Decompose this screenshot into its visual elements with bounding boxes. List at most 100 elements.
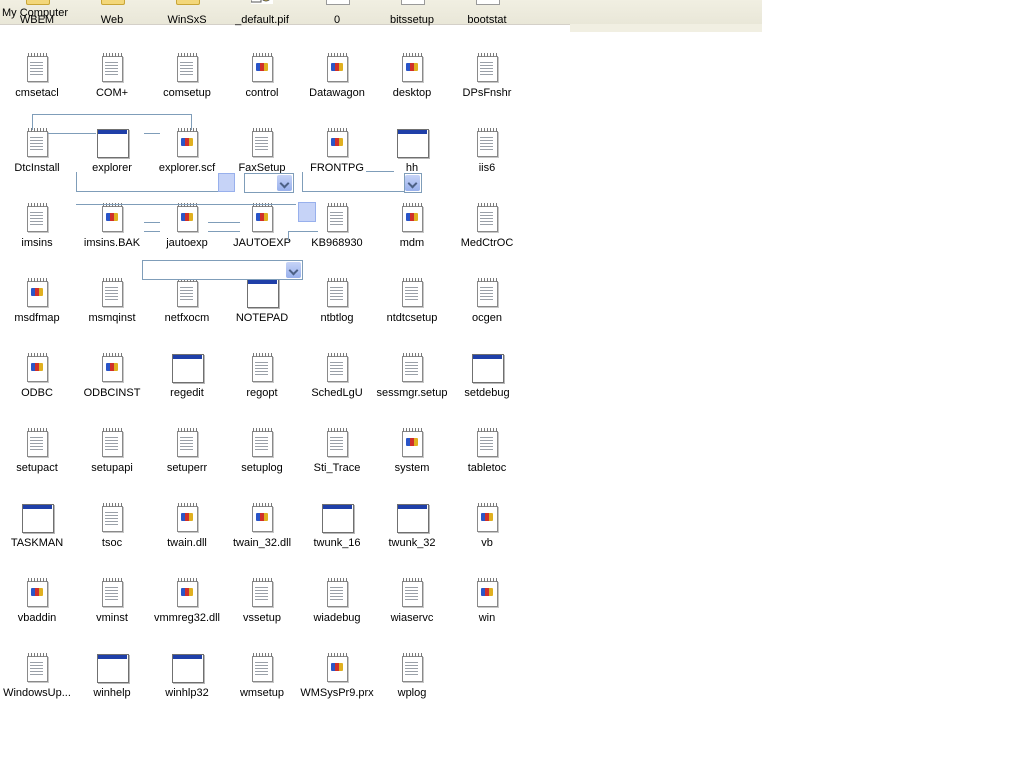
file-item[interactable]: setuperr bbox=[150, 428, 224, 482]
file-label: cmsetacl bbox=[15, 87, 59, 99]
file-icon bbox=[476, 0, 500, 5]
file-item[interactable]: winhelp bbox=[75, 653, 149, 707]
file-item[interactable]: imsins.BAK bbox=[75, 203, 149, 257]
file-label: DPsFnshr bbox=[462, 87, 512, 99]
file-item[interactable]: COM+ bbox=[75, 53, 149, 107]
file-item[interactable]: ntdtcsetup bbox=[375, 278, 449, 332]
file-item[interactable]: JAUTOEXP bbox=[225, 203, 299, 257]
file-item[interactable]: setupapi bbox=[75, 428, 149, 482]
text-document-icon bbox=[97, 428, 127, 458]
file-label: twain_32.dll bbox=[232, 537, 292, 549]
file-item[interactable]: msmqinst bbox=[75, 278, 149, 332]
file-label: ocgen bbox=[472, 312, 502, 324]
text-document-icon bbox=[322, 578, 352, 608]
file-item[interactable]: FRONTPG bbox=[300, 128, 374, 182]
file-item[interactable]: win bbox=[450, 578, 524, 632]
file-item[interactable]: vbaddin bbox=[0, 578, 74, 632]
file-item[interactable]: SchedLgU bbox=[300, 353, 374, 407]
text-document-icon bbox=[472, 128, 502, 158]
file-item[interactable]: comsetup bbox=[150, 53, 224, 107]
file-item[interactable]: ntbtlog bbox=[300, 278, 374, 332]
file-item[interactable]: Datawagon bbox=[300, 53, 374, 107]
overlay-border bbox=[48, 133, 96, 134]
file-icon bbox=[401, 0, 425, 5]
top-file-label: 0 bbox=[333, 14, 341, 26]
file-label: twunk_16 bbox=[313, 537, 361, 549]
chevron-down-icon bbox=[277, 175, 292, 191]
file-item[interactable]: setuplog bbox=[225, 428, 299, 482]
file-item[interactable]: cmsetacl bbox=[0, 53, 74, 107]
file-item[interactable]: tsoc bbox=[75, 503, 149, 557]
file-item[interactable]: system bbox=[375, 428, 449, 482]
file-item[interactable]: iis6 bbox=[450, 128, 524, 182]
file-item[interactable]: wplog bbox=[375, 653, 449, 707]
text-document-icon bbox=[322, 203, 352, 233]
file-item[interactable]: netfxocm bbox=[150, 278, 224, 332]
file-item[interactable]: wiaservc bbox=[375, 578, 449, 632]
file-item[interactable]: control bbox=[225, 53, 299, 107]
file-item[interactable]: WindowsUp... bbox=[0, 653, 74, 707]
file-item[interactable]: DPsFnshr bbox=[450, 53, 524, 107]
text-document-icon bbox=[247, 578, 277, 608]
file-item[interactable]: twunk_16 bbox=[300, 503, 374, 557]
file-item[interactable]: explorer bbox=[75, 128, 149, 182]
overlay-border bbox=[288, 231, 289, 241]
file-item[interactable]: vminst bbox=[75, 578, 149, 632]
file-item[interactable]: twunk_32 bbox=[375, 503, 449, 557]
file-item[interactable]: msdfmap bbox=[0, 278, 74, 332]
file-label: tabletoc bbox=[467, 462, 507, 474]
file-label: msmqinst bbox=[88, 312, 136, 324]
text-document-icon bbox=[322, 353, 352, 383]
text-document-icon bbox=[172, 53, 202, 83]
overlay-border bbox=[288, 231, 318, 232]
overlay-dropdown bbox=[142, 260, 303, 280]
settings-file-icon bbox=[172, 503, 202, 533]
file-item[interactable]: wiadebug bbox=[300, 578, 374, 632]
application-icon bbox=[397, 503, 429, 533]
file-item[interactable]: twain.dll bbox=[150, 503, 224, 557]
file-item[interactable]: imsins bbox=[0, 203, 74, 257]
file-item[interactable]: desktop bbox=[375, 53, 449, 107]
file-item[interactable]: WMSysPr9.prx bbox=[300, 653, 374, 707]
file-label: winhelp bbox=[93, 687, 131, 699]
file-item[interactable]: vb bbox=[450, 503, 524, 557]
settings-file-icon bbox=[322, 128, 352, 158]
settings-file-icon bbox=[172, 578, 202, 608]
file-label: Sti_Trace bbox=[313, 462, 361, 474]
overlay-border bbox=[208, 231, 240, 232]
file-item[interactable]: ocgen bbox=[450, 278, 524, 332]
file-item[interactable]: ODBCINST bbox=[75, 353, 149, 407]
file-item[interactable]: vmmreg32.dll bbox=[150, 578, 224, 632]
file-icon bbox=[326, 0, 350, 5]
file-item[interactable]: tabletoc bbox=[450, 428, 524, 482]
file-item[interactable]: winhlp32 bbox=[150, 653, 224, 707]
file-item[interactable]: ODBC bbox=[0, 353, 74, 407]
text-document-icon bbox=[247, 353, 277, 383]
file-item[interactable]: regedit bbox=[150, 353, 224, 407]
file-item[interactable]: wmsetup bbox=[225, 653, 299, 707]
file-item[interactable]: setdebug bbox=[450, 353, 524, 407]
application-icon bbox=[22, 503, 54, 533]
file-item[interactable]: mdm bbox=[375, 203, 449, 257]
text-document-icon bbox=[472, 203, 502, 233]
file-item[interactable]: setupact bbox=[0, 428, 74, 482]
settings-file-icon bbox=[397, 53, 427, 83]
file-item[interactable]: MedCtrOC bbox=[450, 203, 524, 257]
folder-icon bbox=[101, 0, 125, 5]
file-label: jautoexp bbox=[166, 237, 208, 249]
file-item[interactable]: Sti_Trace bbox=[300, 428, 374, 482]
file-item[interactable]: sessmgr.setup bbox=[375, 353, 449, 407]
file-item[interactable]: vssetup bbox=[225, 578, 299, 632]
file-item[interactable]: explorer.scf bbox=[150, 128, 224, 182]
overlay-border bbox=[144, 222, 160, 223]
file-item[interactable]: jautoexp bbox=[150, 203, 224, 257]
file-item[interactable]: TASKMAN bbox=[0, 503, 74, 557]
file-label: winhlp32 bbox=[165, 687, 209, 699]
file-item[interactable]: regopt bbox=[225, 353, 299, 407]
overlay-border bbox=[32, 114, 192, 115]
file-item[interactable]: twain_32.dll bbox=[225, 503, 299, 557]
file-item[interactable]: DtcInstall bbox=[0, 128, 74, 182]
file-label: regedit bbox=[170, 387, 204, 399]
file-item[interactable]: NOTEPAD bbox=[225, 278, 299, 332]
file-label: explorer.scf bbox=[158, 162, 216, 174]
